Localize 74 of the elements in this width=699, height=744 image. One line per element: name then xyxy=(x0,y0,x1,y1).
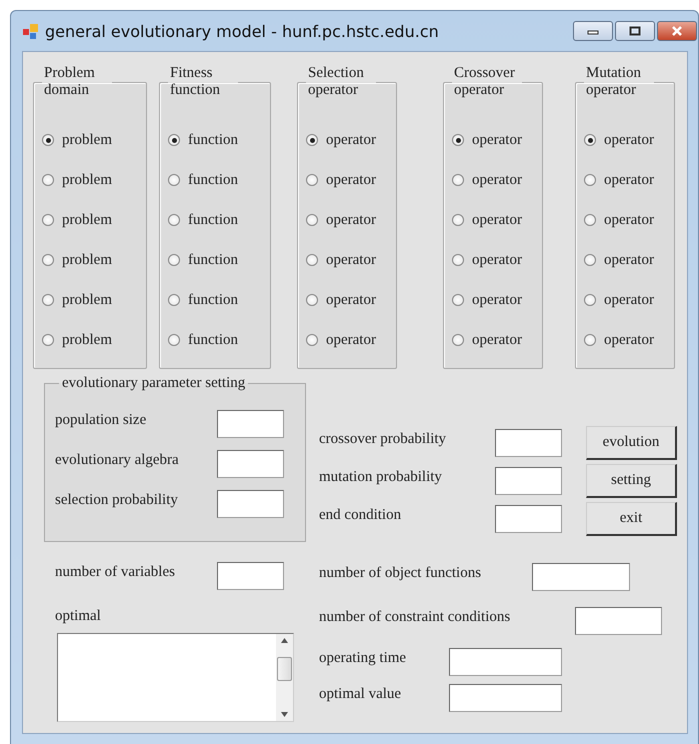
input-field[interactable] xyxy=(495,467,562,495)
input-field[interactable] xyxy=(495,429,562,457)
input-field[interactable] xyxy=(575,607,662,635)
radio-option[interactable]: operator xyxy=(452,120,526,160)
radio-option[interactable]: function xyxy=(168,200,242,240)
radio-option[interactable]: function xyxy=(168,120,242,160)
action-button[interactable]: exit xyxy=(586,502,677,536)
radio-option[interactable]: operator xyxy=(306,320,380,360)
app-icon xyxy=(22,22,39,40)
field-label: population size xyxy=(55,412,148,428)
input-field[interactable] xyxy=(217,562,284,590)
radio-option[interactable]: operator xyxy=(584,240,658,280)
group-title: Selection operator xyxy=(307,65,365,99)
radio-option[interactable]: operator xyxy=(452,240,526,280)
radio-option[interactable]: operator xyxy=(584,280,658,320)
radio-option[interactable]: problem xyxy=(42,160,116,200)
input-field[interactable] xyxy=(217,450,284,478)
radio-option[interactable]: operator xyxy=(306,280,380,320)
field-label: selection probability xyxy=(55,492,179,508)
field-label: optimal xyxy=(55,608,101,625)
input-field[interactable] xyxy=(217,410,284,438)
field-label: optimal value xyxy=(319,686,402,702)
close-button[interactable] xyxy=(657,21,697,41)
scroll-down-icon[interactable] xyxy=(281,712,288,717)
field-label: evolutionary algebra xyxy=(55,452,180,468)
radio-option[interactable]: problem xyxy=(42,120,116,160)
radio-option[interactable]: function xyxy=(168,320,242,360)
action-button[interactable]: setting xyxy=(586,464,677,498)
radio-option[interactable]: operator xyxy=(452,320,526,360)
radio-option[interactable]: problem xyxy=(42,320,116,360)
group-title: Problem domain xyxy=(43,65,96,99)
radio-option[interactable]: problem xyxy=(42,200,116,240)
group-title: evolutionary parameter setting xyxy=(61,375,246,392)
maximize-button[interactable] xyxy=(615,21,655,41)
radio-option[interactable]: operator xyxy=(584,120,658,160)
group-title: Crossover operator xyxy=(453,65,516,99)
scroll-thumb[interactable] xyxy=(277,656,292,680)
radio-option[interactable]: operator xyxy=(306,200,380,240)
window-title: general evolutionary model - hunf.pc.hstc.edu.cn xyxy=(45,22,440,40)
field-label: number of variables xyxy=(55,564,176,580)
radio-option[interactable]: function xyxy=(168,240,242,280)
radio-option[interactable]: operator xyxy=(306,120,380,160)
radio-option[interactable]: operator xyxy=(584,160,658,200)
input-field[interactable] xyxy=(449,684,562,712)
field-label: crossover probability xyxy=(319,430,448,448)
radio-option[interactable]: operator xyxy=(306,160,380,200)
radio-option[interactable]: operator xyxy=(584,200,658,240)
radio-option[interactable]: problem xyxy=(42,280,116,320)
field-label: end condition xyxy=(319,506,402,524)
text-area[interactable] xyxy=(57,633,294,722)
scrollbar[interactable] xyxy=(276,634,293,721)
input-field[interactable] xyxy=(495,505,562,533)
action-button[interactable]: evolution xyxy=(586,426,677,460)
minimize-button[interactable] xyxy=(573,21,613,41)
radio-option[interactable]: operator xyxy=(452,280,526,320)
group-title: Mutation operator xyxy=(585,65,642,99)
radio-option[interactable]: function xyxy=(168,160,242,200)
input-field[interactable] xyxy=(532,563,630,591)
radio-option[interactable]: operator xyxy=(584,320,658,360)
maximize-icon xyxy=(629,26,641,36)
input-field[interactable] xyxy=(217,490,284,518)
scroll-up-icon[interactable] xyxy=(281,638,288,643)
field-label: operating time xyxy=(319,650,408,666)
field-label: number of object functions xyxy=(319,564,482,582)
field-label: number of constraint conditions xyxy=(319,608,512,626)
close-icon xyxy=(671,26,683,36)
group-title: Fitness function xyxy=(169,65,221,99)
radio-option[interactable]: operator xyxy=(452,200,526,240)
radio-option[interactable]: operator xyxy=(452,160,526,200)
field-label: mutation probability xyxy=(319,468,443,486)
input-field[interactable] xyxy=(449,648,562,676)
radio-option[interactable]: operator xyxy=(306,240,380,280)
radio-option[interactable]: problem xyxy=(42,240,116,280)
radio-option[interactable]: function xyxy=(168,280,242,320)
